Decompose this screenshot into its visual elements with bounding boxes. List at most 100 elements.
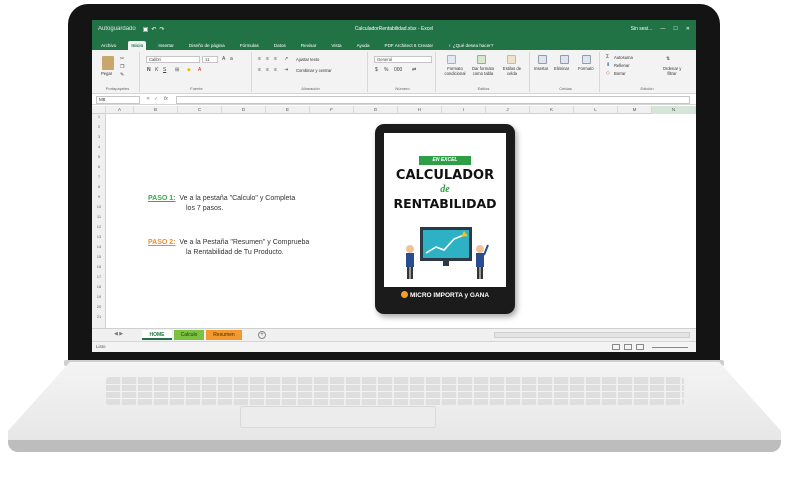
- row-header[interactable]: 15: [92, 254, 106, 259]
- row-header[interactable]: 11: [92, 214, 106, 219]
- grow-font-icon[interactable]: A: [222, 56, 225, 62]
- orientation-icon[interactable]: ↗: [284, 56, 288, 62]
- shrink-font-icon[interactable]: a: [230, 56, 233, 62]
- tell-me-search[interactable]: ♀ ¿Qué desea hacer?: [445, 41, 496, 50]
- currency-icon[interactable]: $: [375, 67, 378, 73]
- tab-vista[interactable]: Vista: [328, 41, 344, 50]
- row-header[interactable]: 17: [92, 274, 106, 279]
- row-header[interactable]: 20: [92, 304, 106, 309]
- align-bottom-icon[interactable]: ≡: [274, 56, 277, 62]
- font-size-select[interactable]: 11: [202, 56, 218, 63]
- fill-color-icon[interactable]: ◆: [187, 67, 191, 73]
- tab-archivo[interactable]: Archivo: [98, 41, 119, 50]
- copy-icon[interactable]: ❐: [120, 64, 124, 70]
- column-header[interactable]: B: [134, 106, 178, 114]
- font-color-icon[interactable]: A: [198, 67, 201, 73]
- percent-icon[interactable]: %: [384, 67, 388, 73]
- row-header[interactable]: 8: [92, 184, 106, 189]
- normal-view-icon[interactable]: [612, 344, 620, 350]
- tab-formulas[interactable]: Fórmulas: [237, 41, 262, 50]
- formula-input[interactable]: [176, 96, 690, 104]
- font-name-select[interactable]: Calibri: [146, 56, 200, 63]
- tab-diseno-pagina[interactable]: Diseño de página: [186, 41, 228, 50]
- borders-icon[interactable]: ⊞: [175, 67, 179, 73]
- tab-revisar[interactable]: Revisar: [298, 41, 320, 50]
- align-center-icon[interactable]: ≡: [266, 67, 269, 73]
- column-header[interactable]: H: [398, 106, 442, 114]
- column-header[interactable]: M: [618, 106, 652, 114]
- autosum-button[interactable]: Autosuma: [614, 55, 633, 60]
- column-header[interactable]: D: [222, 106, 266, 114]
- delete-cells-button[interactable]: Eliminar: [554, 66, 569, 71]
- page-break-view-icon[interactable]: [636, 344, 644, 350]
- user-sign-in[interactable]: Sin sesi...: [631, 26, 653, 32]
- tab-inicio[interactable]: Inicio: [128, 41, 147, 50]
- minimize-icon[interactable]: —: [660, 26, 665, 32]
- row-header[interactable]: 16: [92, 264, 106, 269]
- page-layout-view-icon[interactable]: [624, 344, 632, 350]
- row-header[interactable]: 12: [92, 224, 106, 229]
- wrap-text-button[interactable]: Ajustar texto: [296, 57, 319, 62]
- merge-center-button[interactable]: Combinar y centrar: [296, 68, 332, 73]
- decimal-icon[interactable]: ⇄: [412, 67, 416, 73]
- clear-button[interactable]: Borrar: [614, 71, 626, 76]
- row-header[interactable]: 9: [92, 194, 106, 199]
- column-header[interactable]: J: [486, 106, 530, 114]
- format-table-button[interactable]: Dar formato como tabla: [469, 66, 497, 76]
- align-top-icon[interactable]: ≡: [258, 56, 261, 62]
- row-header[interactable]: 5: [92, 154, 106, 159]
- sheet-nav-arrows-icon[interactable]: ◀ ▶: [114, 331, 123, 337]
- row-header[interactable]: 21: [92, 314, 106, 319]
- horizontal-scrollbar[interactable]: [494, 332, 690, 338]
- column-header[interactable]: F: [310, 106, 354, 114]
- sheet-tab-calculo[interactable]: Calculo: [174, 330, 204, 340]
- tab-insertar[interactable]: Insertar: [155, 41, 177, 50]
- conditional-format-button[interactable]: Formato condicional: [440, 66, 470, 76]
- fill-button[interactable]: Rellenar: [614, 63, 630, 68]
- maximize-icon[interactable]: ☐: [673, 26, 677, 32]
- cancel-entry-icon[interactable]: ✕: [146, 96, 150, 102]
- insert-cells-button[interactable]: Insertar: [534, 66, 548, 71]
- confirm-entry-icon[interactable]: ✓: [154, 96, 158, 102]
- tab-ayuda[interactable]: Ayuda: [354, 41, 373, 50]
- column-header[interactable]: A: [106, 106, 134, 114]
- column-header[interactable]: I: [442, 106, 486, 114]
- align-right-icon[interactable]: ≡: [274, 67, 277, 73]
- row-header[interactable]: 10: [92, 204, 106, 209]
- tab-datos[interactable]: Datos: [271, 41, 289, 50]
- row-header[interactable]: 1: [92, 114, 106, 119]
- column-header[interactable]: L: [574, 106, 618, 114]
- add-sheet-icon[interactable]: +: [258, 331, 266, 339]
- row-header[interactable]: 13: [92, 234, 106, 239]
- bold-icon[interactable]: N: [147, 67, 151, 73]
- paste-button[interactable]: Pegar: [101, 71, 112, 76]
- italic-icon[interactable]: K: [155, 67, 158, 73]
- indent-icon[interactable]: ⇥: [284, 67, 288, 73]
- zoom-slider[interactable]: [652, 347, 688, 348]
- row-header[interactable]: 14: [92, 244, 106, 249]
- row-header[interactable]: 6: [92, 164, 106, 169]
- name-box[interactable]: M8: [96, 96, 140, 104]
- underline-icon[interactable]: S: [163, 67, 166, 73]
- number-format-select[interactable]: General: [374, 56, 432, 63]
- cell-styles-button[interactable]: Estilos de celda: [499, 66, 525, 76]
- select-all-corner[interactable]: [92, 106, 106, 114]
- comma-style-icon[interactable]: 000: [394, 67, 402, 73]
- sheet-tab-home[interactable]: HOME: [142, 330, 172, 340]
- row-header[interactable]: 3: [92, 134, 106, 139]
- tab-pdf-architect[interactable]: PDF Architect 6 Creator: [382, 41, 437, 50]
- format-painter-icon[interactable]: ✎: [120, 72, 124, 78]
- function-icon[interactable]: fx: [164, 96, 168, 102]
- row-header[interactable]: 19: [92, 294, 106, 299]
- row-header[interactable]: 18: [92, 284, 106, 289]
- cut-icon[interactable]: ✂: [120, 56, 124, 62]
- align-middle-icon[interactable]: ≡: [266, 56, 269, 62]
- sort-filter-button[interactable]: Ordenar y filtrar: [658, 66, 686, 76]
- close-icon[interactable]: ✕: [686, 26, 690, 32]
- format-cells-button[interactable]: Formato: [578, 66, 594, 71]
- sheet-tab-resumen[interactable]: Resumen: [206, 330, 242, 340]
- column-header[interactable]: K: [530, 106, 574, 114]
- column-header[interactable]: G: [354, 106, 398, 114]
- column-header[interactable]: N: [652, 106, 696, 114]
- row-header[interactable]: 7: [92, 174, 106, 179]
